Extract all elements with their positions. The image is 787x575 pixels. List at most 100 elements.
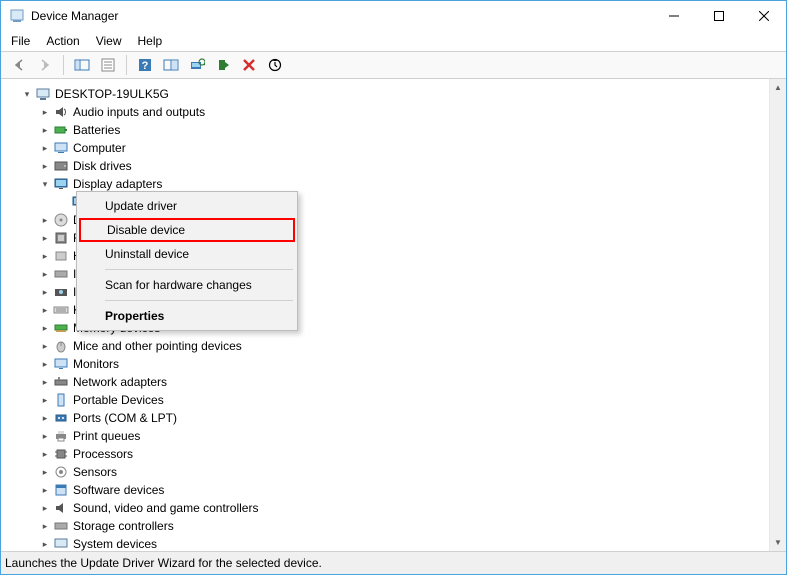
ctx-properties[interactable]: Properties — [79, 304, 295, 328]
chevron-right-icon[interactable]: ▸ — [39, 211, 51, 229]
memory-icon — [53, 320, 69, 336]
sensor-icon — [53, 464, 69, 480]
ctx-separator — [105, 300, 293, 301]
chevron-right-icon[interactable]: ▸ — [39, 319, 51, 337]
tree-category[interactable]: ▸Sound, video and game controllers — [3, 499, 784, 517]
port-icon — [53, 410, 69, 426]
console-tree-icon — [74, 58, 90, 72]
scroll-down-icon[interactable]: ▼ — [770, 534, 786, 551]
enable-button[interactable] — [211, 54, 235, 76]
chevron-right-icon[interactable]: ▸ — [39, 121, 51, 139]
chevron-right-icon[interactable]: ▸ — [39, 535, 51, 551]
computer-icon — [53, 140, 69, 156]
chevron-right-icon[interactable]: ▸ — [39, 301, 51, 319]
tree-category[interactable]: ▸Monitors — [3, 355, 784, 373]
forward-button[interactable] — [33, 54, 57, 76]
tree-category[interactable]: ▸Storage controllers — [3, 517, 784, 535]
disable-button[interactable] — [237, 54, 261, 76]
chevron-right-icon[interactable]: ▸ — [39, 391, 51, 409]
chevron-right-icon[interactable]: ▸ — [39, 463, 51, 481]
chevron-right-icon[interactable]: ▸ — [39, 355, 51, 373]
ctx-update-driver[interactable]: Update driver — [79, 194, 295, 218]
tree-category[interactable]: ▸System devices — [3, 535, 784, 551]
tree-category[interactable]: ▸Ports (COM & LPT) — [3, 409, 784, 427]
chevron-right-icon[interactable]: ▸ — [39, 427, 51, 445]
chevron-right-icon[interactable]: ▸ — [39, 481, 51, 499]
sound-icon — [53, 500, 69, 516]
chevron-right-icon[interactable]: ▸ — [39, 409, 51, 427]
dvd-icon — [53, 212, 69, 228]
display-icon — [53, 176, 69, 192]
chevron-right-icon[interactable]: ▸ — [39, 373, 51, 391]
monitor-icon — [53, 356, 69, 372]
menubar: File Action View Help — [1, 31, 786, 51]
close-button[interactable] — [741, 1, 786, 31]
svg-text:?: ? — [142, 60, 149, 72]
menu-view[interactable]: View — [96, 34, 122, 48]
chevron-right-icon[interactable]: ▸ — [39, 265, 51, 283]
menu-file[interactable]: File — [11, 34, 30, 48]
ctx-uninstall-device[interactable]: Uninstall device — [79, 242, 295, 266]
vertical-scrollbar[interactable]: ▲ ▼ — [769, 79, 786, 551]
minimize-icon — [669, 11, 679, 21]
tree-category[interactable]: ▸Sensors — [3, 463, 784, 481]
tree-category[interactable]: ▸Batteries — [3, 121, 784, 139]
scroll-up-icon[interactable]: ▲ — [770, 79, 786, 96]
toolbar-separator — [126, 55, 127, 75]
tree-category[interactable]: ▸Processors — [3, 445, 784, 463]
tree-root[interactable]: ▾ DESKTOP-19ULK5G — [3, 85, 784, 103]
close-icon — [759, 11, 769, 21]
chevron-right-icon[interactable]: ▸ — [39, 247, 51, 265]
tree-category[interactable]: ▸Disk drives — [3, 157, 784, 175]
tree-category[interactable]: ▸Computer — [3, 139, 784, 157]
ctx-scan-hardware[interactable]: Scan for hardware changes — [79, 273, 295, 297]
show-hide-button[interactable] — [70, 54, 94, 76]
keyboard-icon — [53, 302, 69, 318]
help-icon: ? — [138, 58, 152, 72]
processor-icon — [53, 446, 69, 462]
update-driver-button[interactable] — [263, 54, 287, 76]
battery-icon — [53, 122, 69, 138]
menu-action[interactable]: Action — [46, 34, 79, 48]
properties-icon — [100, 58, 116, 72]
tree-category[interactable]: ▸Print queues — [3, 427, 784, 445]
chevron-right-icon[interactable]: ▸ — [39, 139, 51, 157]
menu-help[interactable]: Help — [138, 34, 163, 48]
tree-category[interactable]: ▸Audio inputs and outputs — [3, 103, 784, 121]
firmware-icon — [53, 230, 69, 246]
tree-category[interactable]: ▸Mice and other pointing devices — [3, 337, 784, 355]
status-text: Launches the Update Driver Wizard for th… — [5, 556, 322, 570]
ide-icon — [53, 266, 69, 282]
properties-button[interactable] — [96, 54, 120, 76]
chevron-down-icon[interactable]: ▾ — [39, 175, 51, 193]
minimize-button[interactable] — [651, 1, 696, 31]
chevron-right-icon[interactable]: ▸ — [39, 229, 51, 247]
tree-category[interactable]: ▸Network adapters — [3, 373, 784, 391]
maximize-icon — [714, 11, 724, 21]
action-button[interactable] — [159, 54, 183, 76]
root-label: DESKTOP-19ULK5G — [55, 85, 169, 103]
action-icon — [163, 58, 179, 72]
imaging-icon — [53, 284, 69, 300]
mouse-icon — [53, 338, 69, 354]
printer-icon — [53, 428, 69, 444]
chevron-right-icon[interactable]: ▸ — [39, 283, 51, 301]
maximize-button[interactable] — [696, 1, 741, 31]
chevron-right-icon[interactable]: ▸ — [39, 445, 51, 463]
storage-icon — [53, 518, 69, 534]
chevron-right-icon[interactable]: ▸ — [39, 157, 51, 175]
help-button[interactable]: ? — [133, 54, 157, 76]
chevron-right-icon[interactable]: ▸ — [39, 103, 51, 121]
chevron-right-icon[interactable]: ▸ — [39, 337, 51, 355]
scan-button[interactable] — [185, 54, 209, 76]
back-button[interactable] — [7, 54, 31, 76]
ctx-disable-device[interactable]: Disable device — [79, 218, 295, 242]
tree-category[interactable]: ▸Portable Devices — [3, 391, 784, 409]
scan-icon — [189, 58, 205, 72]
system-icon — [53, 536, 69, 551]
content-pane: ▾ DESKTOP-19ULK5G ▸Audio inputs and outp… — [1, 79, 786, 552]
chevron-down-icon[interactable]: ▾ — [21, 85, 33, 103]
tree-category[interactable]: ▸Software devices — [3, 481, 784, 499]
chevron-right-icon[interactable]: ▸ — [39, 499, 51, 517]
chevron-right-icon[interactable]: ▸ — [39, 517, 51, 535]
